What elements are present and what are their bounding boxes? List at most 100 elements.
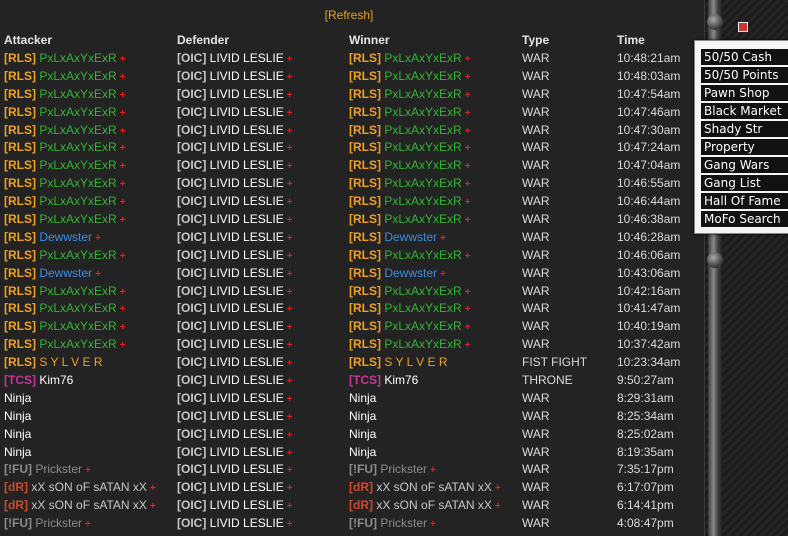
player-name-link[interactable]: Dewwster [384, 230, 437, 244]
gang-tag[interactable]: [!FU] [349, 516, 377, 530]
player-name-link[interactable]: Dewwster [384, 266, 437, 280]
player-name-link[interactable]: PxLxAxYxExR [384, 105, 461, 119]
player-name-link[interactable]: LIVID LESLIE [210, 409, 284, 423]
menu-item-50-50-cash[interactable]: 50/50 Cash [701, 49, 788, 65]
gang-tag[interactable]: [OIC] [177, 391, 206, 405]
gang-tag[interactable]: [RLS] [349, 248, 381, 262]
player-name-link[interactable]: PxLxAxYxExR [384, 248, 461, 262]
player-name-link[interactable]: LIVID LESLIE [210, 391, 284, 405]
gang-tag[interactable]: [RLS] [349, 266, 381, 280]
player-name-link[interactable]: xX sON oF sATAN xX [31, 498, 147, 512]
player-name-link[interactable]: LIVID LESLIE [210, 140, 284, 154]
menu-item-property[interactable]: Property [701, 139, 788, 155]
player-name-link[interactable]: PxLxAxYxExR [384, 212, 461, 226]
menu-item-gang-wars[interactable]: Gang Wars [701, 157, 788, 173]
player-name-link[interactable]: PxLxAxYxExR [39, 194, 116, 208]
gang-tag[interactable]: [OIC] [177, 480, 206, 494]
player-name-link[interactable]: PxLxAxYxExR [39, 140, 116, 154]
player-name-link[interactable]: LIVID LESLIE [210, 248, 284, 262]
player-name-link[interactable]: PxLxAxYxExR [39, 212, 116, 226]
gang-tag[interactable]: [RLS] [349, 123, 381, 137]
gang-tag[interactable]: [TCS] [4, 373, 36, 387]
menu-item-pawn-shop[interactable]: Pawn Shop [701, 85, 788, 101]
player-name-link[interactable]: PxLxAxYxExR [384, 319, 461, 333]
gang-tag[interactable]: [OIC] [177, 51, 206, 65]
gang-tag[interactable]: [OIC] [177, 373, 206, 387]
gang-tag[interactable]: [RLS] [4, 194, 36, 208]
player-name-link[interactable]: LIVID LESLIE [210, 176, 284, 190]
gang-tag[interactable]: [OIC] [177, 319, 206, 333]
player-name-link[interactable]: LIVID LESLIE [210, 462, 284, 476]
player-name-link[interactable]: PxLxAxYxExR [384, 69, 461, 83]
player-name-link[interactable]: LIVID LESLIE [210, 516, 284, 530]
gang-tag[interactable]: [RLS] [349, 105, 381, 119]
menu-item-gang-list[interactable]: Gang List [701, 175, 788, 191]
gang-tag[interactable]: [RLS] [4, 105, 36, 119]
gang-tag[interactable]: [TCS] [349, 373, 381, 387]
gang-tag[interactable]: [dR] [4, 480, 28, 494]
player-name-link[interactable]: LIVID LESLIE [210, 230, 284, 244]
gang-tag[interactable]: [OIC] [177, 409, 206, 423]
gang-tag[interactable]: [OIC] [177, 445, 206, 459]
player-name-link[interactable]: Ninja [4, 427, 31, 441]
player-name-link[interactable]: Prickster [380, 462, 427, 476]
gang-tag[interactable]: [!FU] [4, 516, 32, 530]
player-name-link[interactable]: Kim76 [39, 373, 73, 387]
gang-tag[interactable]: [RLS] [4, 51, 36, 65]
gang-tag[interactable]: [OIC] [177, 284, 206, 298]
gang-tag[interactable]: [RLS] [349, 158, 381, 172]
player-name-link[interactable]: LIVID LESLIE [210, 69, 284, 83]
gang-tag[interactable]: [RLS] [4, 212, 36, 226]
player-name-link[interactable]: Prickster [380, 516, 427, 530]
player-name-link[interactable]: PxLxAxYxExR [384, 301, 461, 315]
gang-tag[interactable]: [OIC] [177, 158, 206, 172]
gang-tag[interactable]: [RLS] [4, 140, 36, 154]
gang-tag[interactable]: [RLS] [349, 301, 381, 315]
gang-tag[interactable]: [OIC] [177, 176, 206, 190]
player-name-link[interactable]: S Y L V E R [39, 355, 102, 369]
gang-tag[interactable]: [dR] [4, 498, 28, 512]
gang-tag[interactable]: [!FU] [349, 462, 377, 476]
player-name-link[interactable]: PxLxAxYxExR [384, 284, 461, 298]
gang-tag[interactable]: [RLS] [4, 123, 36, 137]
gang-tag[interactable]: [RLS] [4, 69, 36, 83]
gang-tag[interactable]: [OIC] [177, 516, 206, 530]
player-name-link[interactable]: LIVID LESLIE [210, 158, 284, 172]
player-name-link[interactable]: PxLxAxYxExR [39, 87, 116, 101]
player-name-link[interactable]: LIVID LESLIE [210, 301, 284, 315]
player-name-link[interactable]: PxLxAxYxExR [384, 123, 461, 137]
gang-tag[interactable]: [RLS] [4, 284, 36, 298]
gang-tag[interactable]: [OIC] [177, 337, 206, 351]
player-name-link[interactable]: PxLxAxYxExR [39, 337, 116, 351]
gang-tag[interactable]: [dR] [349, 498, 373, 512]
player-name-link[interactable]: PxLxAxYxExR [39, 301, 116, 315]
player-name-link[interactable]: PxLxAxYxExR [39, 123, 116, 137]
player-name-link[interactable]: Kim76 [384, 373, 418, 387]
gang-tag[interactable]: [RLS] [4, 230, 36, 244]
gang-tag[interactable]: [RLS] [4, 248, 36, 262]
player-name-link[interactable]: PxLxAxYxExR [384, 51, 461, 65]
menu-item-shady-str[interactable]: Shady Str [701, 121, 788, 137]
player-name-link[interactable]: LIVID LESLIE [210, 194, 284, 208]
player-name-link[interactable]: LIVID LESLIE [210, 319, 284, 333]
player-name-link[interactable]: Ninja [349, 445, 376, 459]
gang-tag[interactable]: [OIC] [177, 248, 206, 262]
player-name-link[interactable]: PxLxAxYxExR [39, 51, 116, 65]
player-name-link[interactable]: xX sON oF sATAN xX [31, 480, 147, 494]
gang-tag[interactable]: [RLS] [349, 319, 381, 333]
player-name-link[interactable]: LIVID LESLIE [210, 87, 284, 101]
player-name-link[interactable]: Ninja [4, 445, 31, 459]
gang-tag[interactable]: [OIC] [177, 266, 206, 280]
player-name-link[interactable]: LIVID LESLIE [210, 445, 284, 459]
player-name-link[interactable]: xX sON oF sATAN xX [376, 498, 492, 512]
gang-tag[interactable]: [RLS] [349, 140, 381, 154]
gang-tag[interactable]: [RLS] [4, 176, 36, 190]
player-name-link[interactable]: PxLxAxYxExR [39, 105, 116, 119]
gang-tag[interactable]: [RLS] [4, 337, 36, 351]
player-name-link[interactable]: LIVID LESLIE [210, 373, 284, 387]
menu-item-mofo-search[interactable]: MoFo Search [701, 211, 788, 227]
player-name-link[interactable]: PxLxAxYxExR [39, 69, 116, 83]
player-name-link[interactable]: Ninja [4, 409, 31, 423]
player-name-link[interactable]: Ninja [349, 391, 376, 405]
player-name-link[interactable]: S Y L V E R [384, 355, 447, 369]
